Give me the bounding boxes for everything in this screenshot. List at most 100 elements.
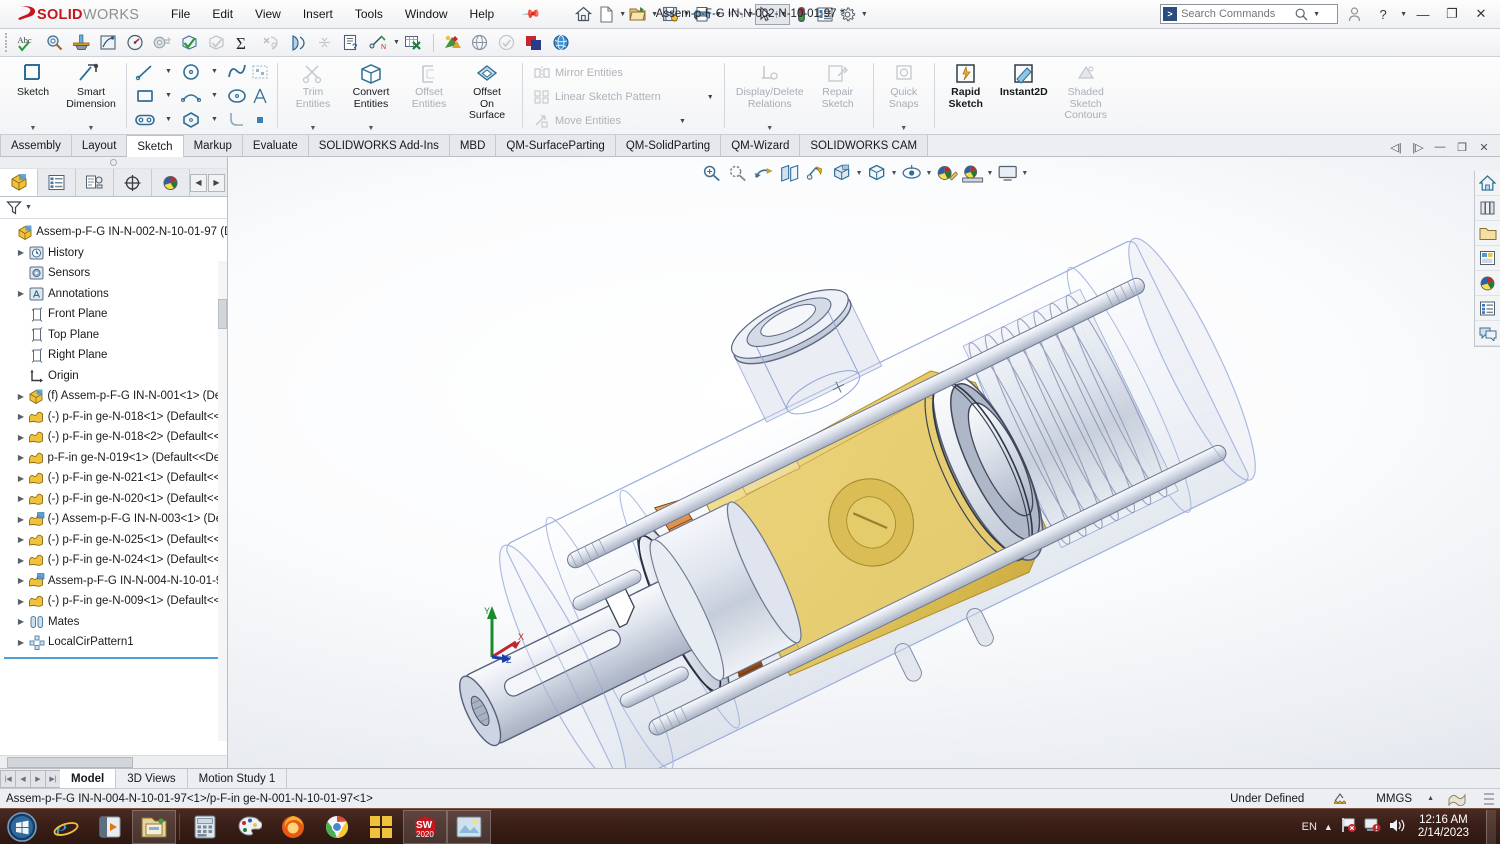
ellipse-icon[interactable] (225, 84, 249, 108)
expand-arrow-history[interactable]: ▶ (14, 248, 28, 257)
circle-icon[interactable] (179, 60, 203, 84)
previous-view-icon[interactable] (752, 162, 776, 184)
line-icon[interactable] (133, 60, 157, 84)
media-player-icon[interactable] (88, 810, 132, 844)
menu-window[interactable]: Window (394, 3, 459, 25)
tree-row-top-plane[interactable]: Top Plane (0, 325, 227, 346)
nav-first-icon[interactable]: |◀ (0, 769, 16, 788)
offset-on-surface-button[interactable]: Offset On Surface (458, 57, 516, 134)
spell-check-icon[interactable]: Abc (14, 31, 40, 55)
repair-sketch-button[interactable]: Repair Sketch (809, 57, 867, 134)
expand-arrow[interactable]: ▶ (14, 515, 28, 524)
search-input[interactable] (1181, 8, 1292, 20)
apply-scene-icon[interactable] (960, 162, 984, 184)
tree-row-part-018-1[interactable]: ▶ (-) p-F-in ge-N-018<1> (Default<<D (0, 407, 227, 428)
globe-icon[interactable] (548, 31, 574, 55)
mirror-entities-button[interactable]: Mirror Entities (529, 61, 718, 85)
tree-row-part-020[interactable]: ▶ (-) p-F-in ge-N-020<1> (Default<<D (0, 489, 227, 510)
tree-rollback-bar[interactable] (4, 656, 223, 659)
display-style-dropdown[interactable]: ▼ (891, 170, 898, 177)
check-gray-icon[interactable] (203, 31, 229, 55)
tree-row-part-019[interactable]: ▶ p-F-in ge-N-019<1> (Default<<Defa (0, 448, 227, 469)
expand-arrow[interactable]: ▶ (14, 474, 28, 483)
tree-row-mates[interactable]: ▶ Mates (0, 612, 227, 633)
mass-properties-icon[interactable] (68, 31, 94, 55)
rebuild-icon[interactable] (791, 3, 813, 25)
filter-dropdown[interactable]: ▼ (25, 204, 32, 211)
view-palette-icon[interactable] (1475, 246, 1500, 271)
next-doc-icon[interactable]: |▷ (1408, 138, 1428, 156)
export-excel-icon[interactable] (401, 31, 427, 55)
firefox-icon[interactable] (271, 810, 315, 844)
tab-solidworks-add-ins[interactable]: SOLIDWORKS Add-Ins (308, 135, 450, 156)
menu-tools[interactable]: Tools (344, 3, 394, 25)
dimxpert-tab[interactable] (114, 169, 152, 196)
grid-app-icon[interactable] (359, 810, 403, 844)
tab-sketch[interactable]: Sketch (127, 135, 184, 157)
entities-dropdown-3[interactable]: ▼ (157, 108, 179, 132)
entities-dropdown-2[interactable]: ▼ (157, 84, 179, 108)
hide-show-dropdown[interactable]: ▼ (926, 170, 933, 177)
quick-snaps-button[interactable]: Quick Snaps ▼ (880, 57, 928, 134)
entities-dropdown-4[interactable]: ▼ (203, 60, 225, 84)
tree-row-part-025[interactable]: ▶ (-) p-F-in ge-N-025<1> (Default<<D (0, 530, 227, 551)
tab-solidworks-cam[interactable]: SOLIDWORKS CAM (800, 135, 929, 156)
photo-viewer-icon[interactable] (447, 809, 491, 844)
custom-properties-icon[interactable] (1475, 296, 1500, 321)
expand-arrow[interactable]: ▶ (14, 392, 28, 401)
trim-dropdown[interactable]: ▼ (310, 125, 317, 134)
status-units[interactable]: MMGS (1362, 793, 1426, 805)
expand-arrow[interactable]: ▶ (14, 556, 28, 565)
sketch-button[interactable]: Sketch ▼ (4, 57, 62, 134)
view-orientation-dropdown[interactable]: ▼ (856, 170, 863, 177)
network-alert-icon[interactable] (1364, 817, 1381, 836)
file-explorer-icon[interactable] (1475, 221, 1500, 246)
performance-icon[interactable] (122, 31, 148, 55)
search-commands-box[interactable]: > ▼ (1160, 4, 1339, 24)
assembly-3d-model[interactable] (228, 177, 1500, 768)
doc-close-icon[interactable]: ✕ (1474, 138, 1494, 156)
menu-insert[interactable]: Insert (292, 3, 344, 25)
volume-icon[interactable] (1388, 818, 1405, 836)
bottom-tab-model[interactable]: Model (60, 769, 117, 788)
report-icon[interactable]: ? (338, 31, 364, 55)
help-icon[interactable]: ? (1370, 3, 1396, 25)
panel-grip[interactable] (0, 157, 227, 169)
tree-row-front-plane[interactable]: Front Plane (0, 304, 227, 325)
doc-restore-icon[interactable]: ❐ (1452, 138, 1472, 156)
sketch-dropdown[interactable]: ▼ (30, 125, 37, 134)
relations-dropdown[interactable]: ▼ (766, 125, 773, 134)
display-delete-relations-button[interactable]: Display/Delete Relations ▼ (731, 57, 809, 134)
section-view-icon[interactable] (778, 162, 802, 184)
entities-dropdown-5[interactable]: ▼ (203, 84, 225, 108)
trim-entities-button[interactable]: Trim Entities ▼ (284, 57, 342, 134)
display-manager-tab[interactable] (152, 169, 190, 196)
smart-dimension-button[interactable]: Smart Dimension ▼ (62, 57, 120, 134)
expand-arrow[interactable]: ▶ (14, 576, 28, 585)
flag-alert-icon[interactable] (1340, 817, 1357, 836)
text-icon[interactable] (249, 84, 271, 108)
restore-icon[interactable]: ❐ (1439, 3, 1465, 25)
tree-row-assem-004[interactable]: ▶ Assem-p-F-G IN-N-004-N-10-01-97 (0, 571, 227, 592)
help-dropdown[interactable]: ▼ (1400, 11, 1407, 18)
menu-edit[interactable]: Edit (201, 3, 244, 25)
apply-scene-dropdown[interactable]: ▼ (986, 170, 993, 177)
tree-row-assem-001[interactable]: ▶ (f) Assem-p-F-G IN-N-001<1> (Defa (0, 386, 227, 407)
expand-arrow[interactable]: ▶ (14, 617, 28, 626)
fillet-icon[interactable] (225, 108, 249, 132)
instant2d-button[interactable]: Instant2D (991, 57, 1057, 134)
point-icon[interactable] (249, 108, 271, 132)
expand-arrow[interactable]: ▶ (14, 494, 28, 503)
entities-dropdown-6[interactable]: ▼ (203, 108, 225, 132)
solidworks-forum-icon[interactable] (1475, 321, 1500, 346)
tree-row-sensors[interactable]: Sensors (0, 263, 227, 284)
toolbar-grip[interactable] (4, 33, 10, 53)
tree-row-root[interactable]: Assem-p-F-G IN-N-002-N-10-01-97 (De (0, 222, 227, 243)
nav-last-icon[interactable]: ▶| (45, 769, 61, 788)
tab-qm-wizard[interactable]: QM-Wizard (721, 135, 801, 156)
previous-doc-icon[interactable]: ◁| (1386, 138, 1406, 156)
minimize-icon[interactable]: — (1410, 3, 1436, 25)
tab-evaluate[interactable]: Evaluate (242, 135, 309, 156)
options-dropdown[interactable]: ▼ (861, 11, 868, 18)
quick-snaps-dropdown[interactable]: ▼ (900, 125, 907, 134)
